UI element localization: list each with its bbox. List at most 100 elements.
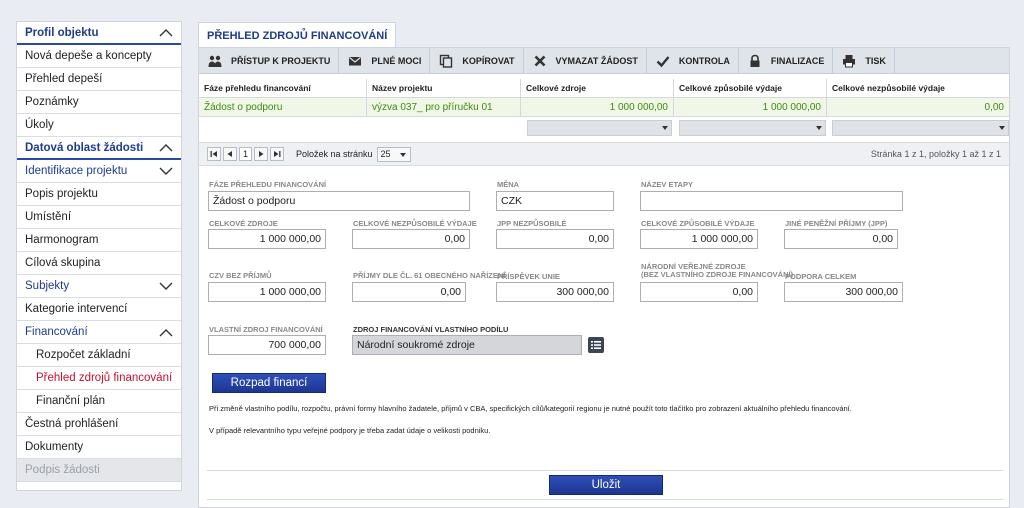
prev-page-icon: [227, 151, 232, 157]
printer-icon: [841, 54, 857, 68]
filter-nezpusobile[interactable]: [832, 120, 1009, 136]
sidebar-item-podpis-zadosti: Podpis žádosti: [17, 459, 181, 482]
label-faze: FÁZE PŘEHLEDU FINANCOVÁNÍ: [209, 180, 327, 189]
sidebar-item-ukoly[interactable]: Úkoly: [17, 114, 181, 137]
rozpad-financi-button[interactable]: Rozpad financí: [212, 373, 326, 393]
sidebar-item-label: Kategorie intervencí: [25, 303, 128, 315]
finalizace-button[interactable]: FINALIZACE: [739, 47, 834, 74]
chevron-up-icon[interactable]: [159, 141, 173, 155]
tab-prehled-zdroju[interactable]: PŘEHLED ZDROJŮ FINANCOVÁNÍ: [198, 22, 397, 48]
next-page-icon: [259, 151, 264, 157]
czv-field[interactable]: 1 000 000,00: [208, 282, 326, 302]
sidebar-item-subjekty[interactable]: Subjekty: [17, 275, 181, 298]
grid-cell-zpusobile: 1 000 000,00: [674, 98, 827, 117]
sidebar-item-umisteni[interactable]: Umístění: [17, 206, 181, 229]
toolbar-button-label: PLNÉ MOCI: [371, 55, 422, 66]
jine-prijmy-field[interactable]: 0,00: [784, 229, 898, 249]
sidebar-item-harmonogram[interactable]: Harmonogram: [17, 229, 181, 252]
chevron-down-icon[interactable]: [159, 164, 173, 178]
etapa-field[interactable]: [640, 191, 903, 211]
celkove-zdroje-field[interactable]: 1 000 000,00: [208, 229, 326, 249]
grid-filter-row: [199, 117, 1009, 139]
pager-next-button[interactable]: [254, 147, 268, 161]
sidebar-item-identifikace-projektu[interactable]: Identifikace projektu: [17, 160, 181, 183]
grid-cell-nazev: výzva 037_ pro příručku 01: [367, 98, 521, 117]
sidebar-item-label: Úkoly: [25, 119, 54, 131]
pager: 1 Položek na stránku 25 Stránka 1 z 1, p…: [199, 142, 1009, 166]
sidebar-item-label: Identifikace projektu: [25, 165, 128, 177]
sidebar-item-financni-plan[interactable]: Finanční plán: [17, 390, 181, 413]
list-icon[interactable]: [588, 337, 604, 353]
label-prispevek-unie: PŘÍSPĚVEK UNIE: [497, 272, 560, 281]
pager-page-number[interactable]: 1: [239, 147, 252, 161]
sidebar-item-label: Datová oblast žádosti: [25, 141, 144, 154]
sidebar-item-kategorie-intervenci[interactable]: Kategorie intervencí: [17, 298, 181, 321]
mena-field[interactable]: CZK: [496, 191, 614, 211]
filter-zpusobile[interactable]: [679, 120, 827, 136]
filter-zdroje[interactable]: [526, 120, 673, 136]
sidebar-item-dokumenty[interactable]: Dokumenty: [17, 436, 181, 459]
kontrola-button[interactable]: KONTROLA: [647, 47, 739, 74]
tisk-button[interactable]: TISK: [833, 47, 895, 74]
grid-header-zpusobile[interactable]: Celkové způsobilé výdaje: [674, 79, 827, 98]
sidebar-item-prehled-zdroju-financovani[interactable]: Přehled zdrojů financování: [17, 367, 181, 390]
chevron-up-icon[interactable]: [159, 325, 173, 339]
toolbar-button-label: PŘÍSTUP K PROJEKTU: [231, 55, 331, 66]
chevron-up-icon[interactable]: [159, 26, 173, 40]
grid-header-nazev[interactable]: Název projektu: [367, 79, 521, 98]
grid-cell-zdroje: 1 000 000,00: [521, 98, 674, 117]
table-row[interactable]: Žádost o podporu výzva 037_ pro příručku…: [199, 98, 1009, 117]
sidebar-item-cilova-skupina[interactable]: Cílová skupina: [17, 252, 181, 275]
sidebar-item-prehled-depesi[interactable]: Přehled depeší: [17, 68, 181, 91]
nezpusobile-field[interactable]: 0,00: [352, 229, 470, 249]
sidebar-item-profil-objektu[interactable]: Profil objektu: [17, 22, 181, 45]
vlastni-zdroj-field[interactable]: 700 000,00: [208, 335, 326, 355]
cross-icon: [532, 54, 548, 68]
envelope-icon: [347, 54, 363, 68]
pristup-k-projektu-button[interactable]: PŘÍSTUP K PROJEKTU: [199, 47, 340, 74]
label-jpp-nezpusobile: JPP NEZPŮSOBILÉ: [497, 219, 567, 228]
sidebar-item-label: Popis projektu: [25, 188, 98, 200]
sidebar-item-label: Finanční plán: [36, 395, 106, 407]
sidebar-item-popis-projektu[interactable]: Popis projektu: [17, 183, 181, 206]
save-button[interactable]: Uložit: [549, 475, 663, 495]
pager-info: Stránka 1 z 1, položky 1 až 1 z 1: [870, 149, 1001, 159]
prijmy61-field[interactable]: 0,00: [352, 282, 466, 302]
grid-header-faze[interactable]: Fáze přehledu financování: [199, 79, 367, 98]
pager-prev-button[interactable]: [223, 147, 237, 161]
pager-per-page-select[interactable]: 25: [376, 146, 411, 162]
sidebar-item-label: Přehled zdrojů financování: [36, 372, 173, 384]
pager-first-button[interactable]: [207, 147, 221, 161]
sidebar-item-cestna-prohlaseni[interactable]: Čestná prohlášení: [17, 413, 181, 436]
narodni-zdroje-field[interactable]: 0,00: [640, 282, 758, 302]
jpp-nezpusobile-field[interactable]: 0,00: [496, 229, 614, 249]
zdroj-vlastniho-podilu-field[interactable]: Národní soukromé zdroje: [352, 335, 582, 355]
label-zpusobile: CELKOVÉ ZPŮSOBILÉ VÝDAJE: [641, 219, 755, 228]
chevron-down-icon[interactable]: [159, 279, 173, 293]
sidebar-item-financovani[interactable]: Financování: [17, 321, 181, 344]
main-panel: PŘÍSTUP K PROJEKTU PLNÉ MOCI KOPÍROVAT VYMA…: [198, 47, 1010, 508]
grid-header-nezpusobile[interactable]: Celkové nezpůsobilé výdaje: [827, 79, 1009, 98]
sidebar-item-rozpocet-zakladni[interactable]: Rozpočet základní: [17, 344, 181, 367]
sidebar-item-datova-oblast-zadosti[interactable]: Datová oblast žádosti: [17, 137, 181, 160]
podpora-celkem-field[interactable]: 300 000,00: [784, 282, 903, 302]
sidebar-item-nova-depese-a-koncepty[interactable]: Nová depeše a koncepty: [17, 45, 181, 68]
label-czv: CZV BEZ PŘÍJMŮ: [209, 271, 272, 280]
kopirovat-button[interactable]: KOPÍROVAT: [430, 47, 524, 74]
pager-per-page-label: Položek na stránku: [296, 149, 373, 159]
pager-last-button[interactable]: [270, 147, 284, 161]
vymazat-zadost-button[interactable]: VYMAZAT ŽÁDOST: [524, 47, 647, 74]
sidebar-item-label: Dokumenty: [25, 441, 84, 453]
lock-icon: [747, 54, 763, 68]
grid-header-zdroje[interactable]: Celkové zdroje: [521, 79, 674, 98]
toolbar-button-label: VYMAZAT ŽÁDOST: [555, 55, 638, 66]
label-nezpusobile: CELKOVÉ NEZPŮSOBILÉ VÝDAJE: [353, 219, 477, 228]
note-velikost-podniku: V případě relevantního typu veřejné podp…: [209, 426, 491, 435]
sidebar-item-label: Čestná prohlášení: [25, 418, 119, 430]
toolbar-button-label: TISK: [865, 55, 886, 66]
sidebar-item-poznamky[interactable]: Poznámky: [17, 91, 181, 114]
zpusobile-field[interactable]: 1 000 000,00: [640, 229, 758, 249]
prispevek-unie-field[interactable]: 300 000,00: [496, 282, 614, 302]
plne-moci-button[interactable]: PLNÉ MOCI: [339, 47, 431, 74]
faze-field[interactable]: Žádost o podporu: [208, 191, 470, 211]
